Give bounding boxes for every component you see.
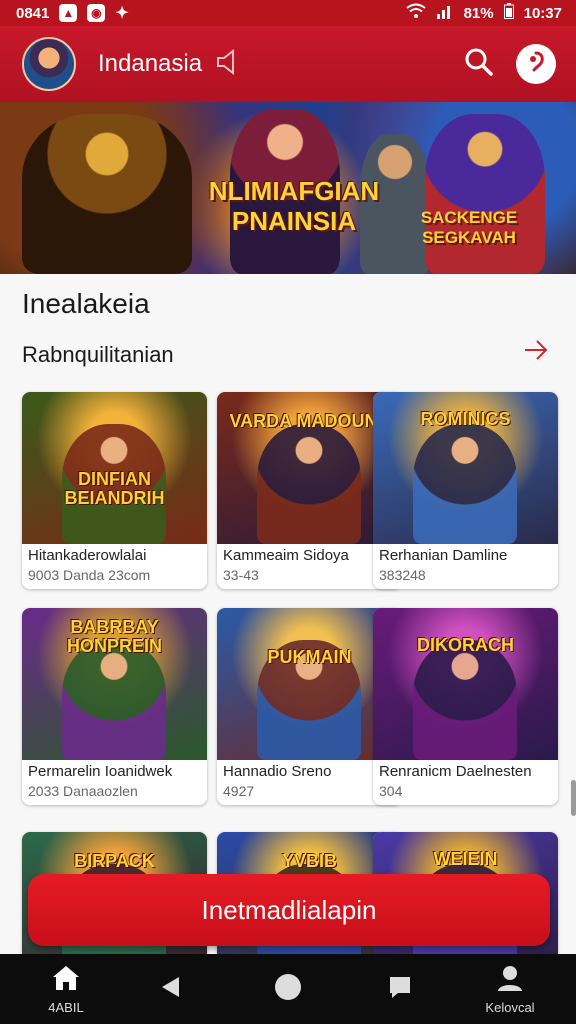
back-icon — [159, 975, 181, 1004]
battery-icon — [503, 3, 514, 23]
game-card[interactable]: DIKORACH Renranicm Daelnesten 304 — [373, 608, 558, 805]
game-hero-figure — [413, 424, 517, 544]
game-art-title: ROMINICS — [420, 409, 511, 429]
game-thumbnail: ROMINICS — [373, 392, 558, 544]
nav-home-circle[interactable] — [266, 954, 310, 1024]
see-all-arrow-icon[interactable] — [522, 338, 550, 367]
banner-subtitle: SACKENGE SEGKAVAH — [420, 208, 518, 247]
app-bar: Indanasia — [0, 26, 576, 102]
nav-profile[interactable]: Kelovcal — [478, 954, 542, 1024]
home-icon — [51, 964, 81, 997]
search-icon[interactable] — [464, 47, 494, 82]
game-card-meta: 33-43 — [223, 567, 259, 583]
game-card-meta: 9003 Danda 23com — [28, 567, 151, 583]
game-card[interactable]: DINFIAN BEIANDRIH Hitankaderowlalai 9003 D… — [22, 392, 207, 589]
game-card-title: Permarelin Ioanidwek — [28, 763, 173, 780]
game-thumbnail: DINFIAN BEIANDRIH — [22, 392, 207, 544]
app-title: Indanasia — [98, 50, 203, 77]
scrollbar[interactable] — [571, 780, 576, 816]
profile-icon — [496, 964, 524, 997]
game-thumbnail: DIKORACH — [373, 608, 558, 760]
notification-icon — [526, 51, 546, 78]
speaker-icon[interactable] — [214, 48, 238, 80]
app-notification-icon: ▲ — [59, 4, 78, 22]
avatar[interactable] — [22, 37, 76, 91]
status-time-left: 0841 — [16, 4, 50, 22]
wifi-icon — [405, 3, 426, 23]
recents-icon — [388, 975, 412, 1004]
game-art-title: VARDA MADOUNS — [229, 411, 390, 431]
chat-notification-icon: ◉ — [87, 4, 106, 22]
game-art-title: BIRPACK — [74, 851, 155, 871]
game-card-meta: 383248 — [379, 567, 426, 583]
game-card-title: Rerhanian Damline — [379, 547, 508, 564]
home-circle-icon — [274, 973, 302, 1006]
subsection-title: Rabnquilitanian — [22, 342, 174, 367]
bottom-navigation: 4ABIL Kelovcal — [0, 954, 576, 1024]
game-card-meta: 2033 Danaaozlen — [28, 783, 138, 799]
game-card[interactable]: BABRBAY HONPREIN Permarelin Ioanidwek 2033… — [22, 608, 207, 805]
battery-level: 81% — [463, 4, 494, 22]
banner-hero-fighter — [425, 114, 545, 274]
game-card-title: Renranicm Daelnesten — [379, 763, 532, 780]
nav-back[interactable] — [150, 954, 190, 1024]
banner-hero-warrior — [22, 114, 192, 274]
game-art-title: BABRBAY HONPREIN — [66, 617, 162, 656]
signal-icon — [436, 3, 454, 23]
notification-button[interactable] — [516, 44, 556, 84]
nav-home-label: 4ABIL — [48, 999, 84, 1015]
game-hero-figure — [257, 424, 361, 544]
game-card-meta: 4927 — [223, 783, 255, 799]
game-art-title: DIKORACH — [417, 635, 514, 655]
hero-banner[interactable]: NLIMIAFGIAN PNAINSIA SACKENGE SEGKAVAH — [0, 102, 576, 274]
game-art-title: WEIEIN — [433, 849, 498, 869]
game-art-title: DINFIAN BEIANDRIH — [64, 469, 165, 508]
section-title: Inealakeia — [22, 288, 150, 319]
game-thumbnail: BABRBAY HONPREIN — [22, 608, 207, 760]
status-time-right: 10:37 — [523, 4, 562, 22]
status-bar: 0841 ▲ ◉ ✦ 81% 10:37 — [0, 0, 576, 26]
nav-recents[interactable] — [380, 954, 420, 1024]
settings-notification-icon: ✦ — [115, 5, 129, 22]
game-hero-figure — [62, 640, 166, 760]
nav-profile-label: Kelovcal — [485, 999, 535, 1015]
game-card-title: Hitankaderowlalai — [28, 547, 147, 564]
primary-action-button[interactable]: Inetmadlialapin — [28, 874, 550, 946]
game-art-title: PUKMAIN — [267, 647, 352, 667]
game-card[interactable]: ROMINICS Rerhanian Damline 383248 — [373, 392, 558, 589]
banner-title: NLIMIAFGIAN PNAINSIA — [208, 176, 380, 236]
game-art-title: YVBIB — [281, 851, 337, 871]
game-hero-figure — [413, 640, 517, 760]
nav-home[interactable]: 4ABIL — [38, 954, 94, 1024]
main-content: Inealakeia Rabnquilitanian DINFIAN BEIAN… — [0, 274, 576, 1024]
game-card-meta: 304 — [379, 783, 403, 799]
